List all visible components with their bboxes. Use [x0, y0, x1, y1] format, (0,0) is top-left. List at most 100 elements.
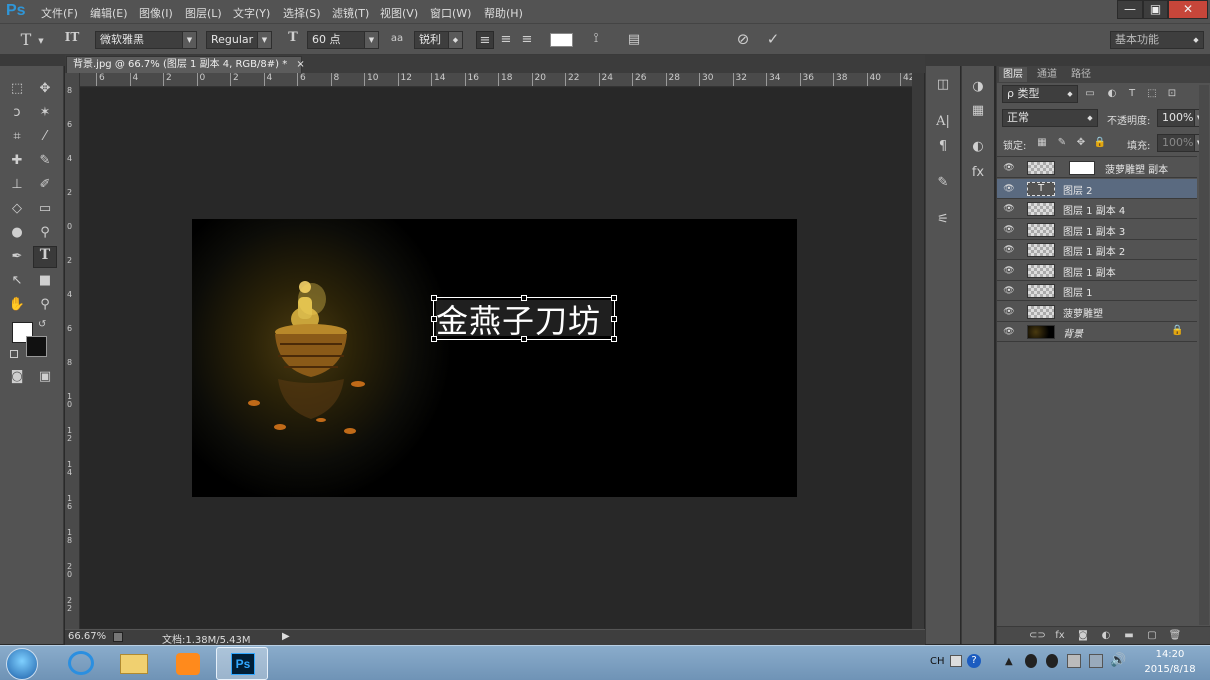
menu-help[interactable]: 帮助(H) — [484, 5, 523, 21]
vertical-scrollbar[interactable] — [912, 73, 924, 630]
menu-select[interactable]: 选择(S) — [283, 5, 321, 21]
align-right-icon[interactable]: ≡ — [518, 31, 536, 49]
visibility-eye-icon[interactable]: 👁 — [1003, 203, 1015, 215]
taskbar-ie-button[interactable] — [56, 647, 108, 680]
clone-stamp-tool-icon[interactable]: ⊥ — [5, 174, 29, 196]
input-language[interactable]: CH — [930, 656, 945, 667]
commit-edit-icon[interactable]: ✓ — [763, 30, 783, 48]
text-bounding-box[interactable]: 金燕子刀坊 — [431, 295, 617, 342]
type-tool-icon[interactable]: T — [33, 246, 57, 268]
new-group-icon[interactable]: ▬ — [1121, 627, 1137, 645]
color-panel-icon[interactable]: ◑ — [968, 78, 988, 96]
tab-paths[interactable]: 路径 — [1067, 67, 1095, 82]
swatches-panel-icon[interactable]: ▦ — [968, 102, 988, 120]
layer-filter-select[interactable]: ρ 类型 ◆ — [1002, 85, 1078, 103]
filter-type-icon[interactable]: T — [1125, 85, 1139, 103]
delete-layer-icon[interactable]: 🗑 — [1167, 627, 1183, 645]
antialias-select[interactable]: 锐利 ◆ — [414, 31, 463, 49]
menu-window[interactable]: 窗口(W) — [430, 5, 471, 21]
paragraph-panel-icon[interactable]: ¶ — [933, 138, 953, 156]
visibility-eye-icon[interactable]: 👁 — [1003, 285, 1015, 297]
text-orientation-icon[interactable]: IT — [62, 30, 82, 44]
keyboard-icon[interactable] — [950, 655, 962, 667]
tool-presets-icon[interactable]: ⚟ — [933, 211, 953, 229]
visibility-eye-icon[interactable]: 👁 — [1003, 224, 1015, 236]
blend-mode-select[interactable]: 正常 ◆ — [1002, 109, 1098, 127]
workspace-select[interactable]: 基本功能 ◆ — [1110, 31, 1204, 49]
close-window-button[interactable]: ✕ — [1168, 0, 1208, 19]
lock-transparency-icon[interactable]: ▦ — [1035, 134, 1049, 152]
tab-channels[interactable]: 通道 — [1033, 67, 1061, 82]
font-family-select[interactable]: 微软雅黑 ▼ — [95, 31, 197, 49]
layer-mask-thumbnail[interactable] — [1069, 161, 1095, 175]
document-tab[interactable]: 背景.jpg @ 66.7% (图层 1 副本 4, RGB/8#) * × — [66, 56, 305, 73]
move-tool-icon[interactable]: ✥ — [33, 78, 57, 100]
visibility-eye-icon[interactable]: 👁 — [1003, 183, 1015, 195]
marquee-tool-icon[interactable]: ⬚ — [5, 78, 29, 100]
taskbar-explorer-button[interactable] — [108, 647, 160, 680]
menu-filter[interactable]: 滤镜(T) — [332, 5, 369, 21]
history-brush-tool-icon[interactable]: ✐ — [33, 174, 57, 196]
background-color-swatch[interactable] — [26, 336, 47, 357]
menu-view[interactable]: 视图(V) — [380, 5, 418, 21]
rectangle-tool-icon[interactable]: ■ — [33, 270, 57, 292]
quick-mask-icon[interactable]: ◙ — [5, 366, 29, 388]
layer-row[interactable]: 👁 背景 🔒 — [997, 322, 1197, 342]
font-size-select[interactable]: 60 点 ▼ — [307, 31, 379, 49]
align-left-icon[interactable]: ≡ — [476, 31, 494, 49]
visibility-eye-icon[interactable]: 👁 — [1003, 162, 1015, 174]
document-canvas[interactable]: 金燕子刀坊 — [192, 219, 797, 497]
menu-image[interactable]: 图像(I) — [139, 5, 173, 21]
taskbar-photoshop-button[interactable]: Ps — [216, 647, 268, 680]
filter-shape-icon[interactable]: ⬚ — [1145, 85, 1159, 103]
layer-row[interactable]: 👁 图层 1 副本 — [997, 260, 1197, 281]
layer-row[interactable]: 👁 图层 1 — [997, 281, 1197, 301]
default-colors-icon[interactable] — [10, 350, 18, 358]
adjustments-panel-icon[interactable]: ◐ — [968, 138, 988, 156]
path-selection-tool-icon[interactable]: ↖ — [5, 270, 29, 292]
hand-tool-icon[interactable]: ✋ — [5, 294, 29, 316]
action-center-icon[interactable] — [1089, 654, 1103, 668]
clock-date[interactable]: 2015/8/18 — [1135, 664, 1205, 675]
restore-button[interactable]: ▣ — [1143, 0, 1168, 19]
tray-expand-icon[interactable]: ▲ — [1005, 656, 1013, 667]
opacity-input[interactable]: 100%▼ — [1157, 109, 1205, 127]
gradient-tool-icon[interactable]: ▭ — [33, 198, 57, 220]
close-tab-icon[interactable]: × — [296, 59, 304, 70]
crop-tool-icon[interactable]: ⌗ — [5, 126, 29, 148]
layer-row[interactable]: 👁 图层 1 副本 2 — [997, 240, 1197, 260]
filter-adjustment-icon[interactable]: ◐ — [1105, 85, 1119, 103]
menu-edit[interactable]: 编辑(E) — [90, 5, 128, 21]
visibility-eye-icon[interactable]: 👁 — [1003, 326, 1015, 338]
eyedropper-tool-icon[interactable]: ⁄ — [33, 126, 57, 148]
lock-pixels-icon[interactable]: ✎ — [1055, 134, 1069, 152]
minimize-button[interactable]: — — [1117, 0, 1143, 19]
layer-row[interactable]: 👁 菠萝雕塑 副本 — [997, 158, 1197, 178]
visibility-eye-icon[interactable]: 👁 — [1003, 265, 1015, 277]
status-menu-arrow-icon[interactable]: ▶ — [282, 631, 290, 642]
filter-pixel-icon[interactable]: ▭ — [1083, 85, 1097, 103]
layer-row[interactable]: 👁 T 图层 2 — [997, 178, 1197, 199]
lasso-tool-icon[interactable]: ↄ — [5, 102, 29, 124]
history-panel-icon[interactable]: ◫ — [933, 76, 953, 94]
network-icon[interactable] — [1067, 654, 1081, 668]
layer-row[interactable]: 👁 菠萝雕塑 — [997, 301, 1197, 322]
magic-wand-tool-icon[interactable]: ✶ — [33, 102, 57, 124]
start-button[interactable] — [6, 648, 38, 680]
warp-text-icon[interactable]: ⟟ — [586, 30, 606, 48]
transform-handle[interactable] — [611, 336, 617, 342]
visibility-eye-icon[interactable]: 👁 — [1003, 306, 1015, 318]
type-tool-preset-icon[interactable]: T — [16, 30, 36, 49]
help-icon[interactable]: ? — [967, 654, 981, 668]
add-mask-icon[interactable]: ◙ — [1075, 627, 1091, 645]
menu-type[interactable]: 文字(Y) — [233, 5, 270, 21]
align-center-icon[interactable]: ≡ — [497, 31, 515, 49]
font-style-select[interactable]: Regular ▼ — [206, 31, 272, 49]
layer-row[interactable]: 👁 图层 1 副本 3 — [997, 219, 1197, 240]
qq-icon[interactable] — [1025, 654, 1037, 668]
screen-mode-icon[interactable]: ▣ — [33, 366, 57, 388]
layer-row[interactable]: 👁 图层 1 副本 4 — [997, 199, 1197, 219]
character-panel-icon[interactable]: A| — [933, 113, 953, 131]
text-color-swatch[interactable] — [550, 33, 573, 47]
blur-tool-icon[interactable]: ● — [5, 222, 29, 244]
